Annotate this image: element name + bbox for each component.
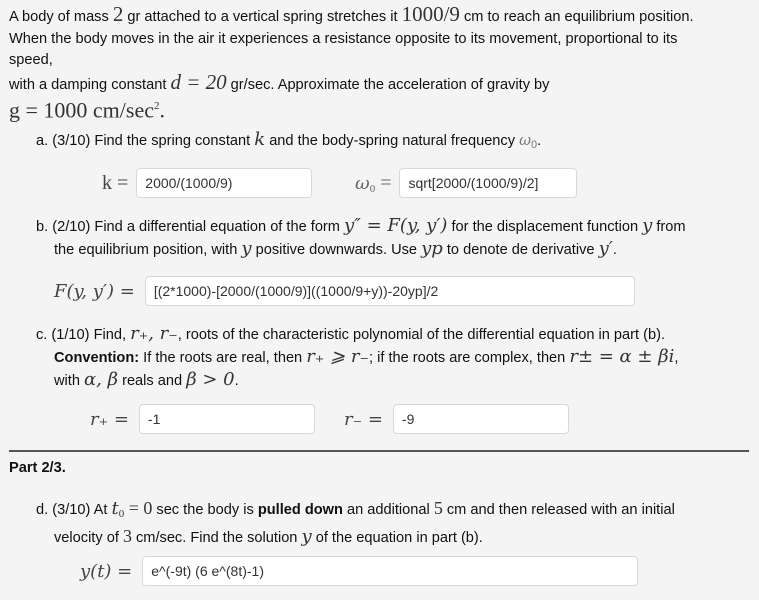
t0-symbol: t	[111, 498, 119, 519]
F-input[interactable]	[144, 276, 635, 306]
intro-text: with a damping constant	[9, 76, 171, 93]
k-input[interactable]	[136, 168, 313, 198]
r-minus-label: r₋ =	[344, 408, 383, 431]
question-b-text: positive downwards. Use	[251, 242, 422, 258]
question-a-text: and the body-spring natural frequency	[265, 133, 520, 149]
question-b-text: for the displacement function	[447, 219, 643, 235]
question-c-text: .	[234, 373, 239, 389]
part-header: Part 2/3.	[9, 460, 66, 476]
question-c-text: ,	[674, 350, 679, 366]
k-label-text: k =	[102, 171, 129, 194]
intro-line-2: When the body moves in the air it experi…	[9, 30, 678, 47]
r-minus-input[interactable]	[392, 404, 569, 434]
question-b-text: .	[612, 242, 617, 258]
gravity-text: g = 1000 cm/sec	[9, 97, 154, 123]
question-c-text: If the roots are real, then	[139, 350, 307, 366]
displacement-value: 5	[433, 498, 443, 518]
alpha-beta-symbols: α, β	[84, 369, 119, 390]
y-input[interactable]	[142, 556, 639, 586]
question-b-text: b. (2/10) Find a differential equation o…	[36, 219, 345, 235]
question-d-line-2: velocity of 3 cm/sec. Find the solution …	[36, 525, 748, 549]
k-answer-row: k =	[102, 168, 313, 198]
question-a-text: .	[537, 133, 542, 149]
question-b: b. (2/10) Find a differential equation o…	[36, 215, 748, 261]
velocity-value: 3	[122, 526, 132, 546]
r-plus-input[interactable]	[138, 404, 315, 434]
gravity-equation: g = 1000 cm/sec2.	[9, 96, 754, 121]
question-d: d. (3/10) At t0 = 0 sec the body is pull…	[36, 497, 748, 549]
F-label-text: F(y, y′) =	[54, 280, 135, 302]
intro-line-1: A body of mass 2 gr attached to a vertic…	[9, 2, 754, 29]
problem-statement: A body of mass 2 gr attached to a vertic…	[9, 2, 754, 121]
question-d-text: of the equation in part (b).	[311, 530, 483, 546]
question-b-text: from	[652, 219, 686, 235]
question-b-line-2: the equilibrium position, with y positiv…	[36, 238, 748, 261]
F-label: F(y, y′) =	[54, 280, 135, 303]
intro-text: A body of mass	[9, 9, 113, 25]
question-d-text: cm and then released with an initial	[442, 502, 675, 518]
omega-label-eq: =	[375, 171, 392, 194]
beta-positive: β > 0	[186, 369, 235, 390]
question-a: a. (3/10) Find the spring constant k and…	[36, 129, 748, 156]
damping-constant: d = 20	[170, 69, 227, 94]
question-c-text: c. (1/10) Find,	[36, 327, 131, 343]
roots-symbols: r₊, r₋	[130, 323, 178, 344]
omega-answer-row: ω0 =	[355, 168, 578, 198]
stretch-value: 1000/9	[401, 2, 460, 26]
question-c-line-3: with α, β reals and β > 0.	[36, 369, 748, 392]
roots-inequality: r₊ ⩾ r₋	[306, 346, 369, 367]
question-d-text: d. (3/10) At	[36, 502, 112, 518]
F-answer-row: F(y, y′) =	[54, 276, 635, 306]
mass-value: 2	[112, 2, 124, 26]
question-b-text: to denote de derivative	[442, 242, 599, 258]
r-plus-label: r₊ =	[90, 408, 129, 431]
question-b-text: the equilibrium position, with	[54, 242, 242, 258]
y-symbol: y	[642, 215, 653, 236]
section-divider	[9, 450, 749, 452]
y-answer-row: y(t) =	[80, 556, 639, 586]
intro-line-3: speed,	[9, 52, 53, 68]
omega-label-symbol: ω	[355, 172, 370, 194]
yprime-symbol: y′	[598, 238, 613, 259]
y-symbol: y	[241, 238, 252, 259]
question-d-text: cm/sec. Find the solution	[131, 530, 302, 546]
question-d-text: an additional	[342, 502, 434, 518]
r-minus-answer-row: r₋ =	[344, 404, 569, 434]
y-label: y(t) =	[80, 560, 132, 583]
question-d-text: sec the body is	[152, 502, 258, 518]
yp-symbol: yp	[421, 238, 443, 259]
question-c-text: with	[54, 373, 85, 389]
r-minus-label-text: r₋ =	[344, 408, 383, 430]
question-a-text: a. (3/10) Find the spring constant	[36, 133, 255, 149]
question-c: c. (1/10) Find, r₊, r₋, roots of the cha…	[36, 323, 748, 392]
question-c-text: reals and	[118, 373, 187, 389]
question-d-text: velocity of	[54, 530, 123, 546]
omega-input[interactable]	[399, 168, 578, 198]
intro-text: gr attached to a vertical spring stretch…	[123, 9, 402, 25]
intro-text: gr/sec. Approximate the acceleration of …	[226, 76, 550, 93]
complex-roots-form: r± = α ± βi	[569, 346, 675, 367]
convention-label: Convention:	[54, 350, 140, 366]
pulled-down-emphasis: pulled down	[257, 502, 343, 518]
y-symbol: y	[301, 526, 312, 547]
omega-symbol: ω	[519, 132, 531, 149]
k-symbol: k	[254, 129, 266, 150]
omega-label: ω0 =	[355, 172, 391, 195]
convention-line: Convention: If the roots are real, then …	[36, 346, 748, 369]
t0-value: = 0	[124, 498, 153, 518]
r-plus-answer-row: r₊ =	[90, 404, 315, 434]
intro-text: cm to reach an equilibrium position.	[459, 9, 694, 25]
gravity-end: .	[159, 97, 166, 123]
question-c-text: , roots of the characteristic polynomial…	[177, 327, 666, 343]
k-label: k =	[102, 172, 128, 195]
ode-form: y″ = F(y, y′)	[344, 215, 448, 236]
r-plus-label-text: r₊ =	[90, 408, 129, 430]
intro-line-4: with a damping constant d = 20 gr/sec. A…	[9, 69, 754, 97]
y-label-text: y(t) =	[80, 560, 133, 582]
question-c-text: ; if the roots are complex, then	[368, 350, 570, 366]
